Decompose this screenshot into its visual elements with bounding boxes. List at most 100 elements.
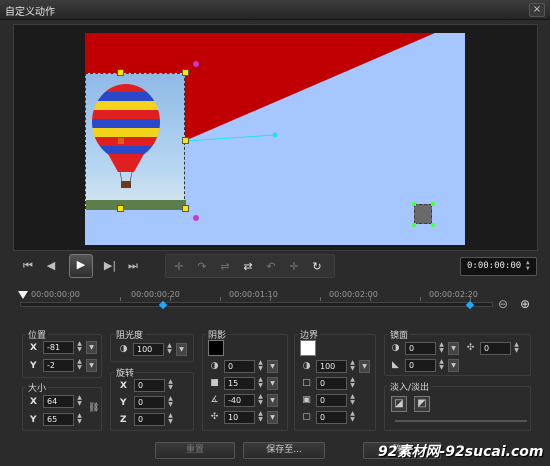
end-handle[interactable]	[412, 223, 416, 227]
rotation-y-label: Y	[120, 398, 127, 408]
undo-icon[interactable]: ↶	[260, 257, 282, 277]
zoom-out-icon[interactable]: ⊖	[498, 297, 508, 311]
position-y-dropdown[interactable]: ▼	[86, 359, 97, 372]
timecode-spinner[interactable]: ▲ ▼	[526, 260, 534, 273]
ruler-label: 00:00:00:20	[131, 290, 180, 299]
playhead[interactable]	[18, 291, 28, 299]
resize-handle[interactable]	[182, 137, 189, 144]
shadow-spinner-2[interactable]: ▲ ▼	[256, 377, 265, 390]
timeline-ruler[interactable]: 00:00:00:00 00:00:00:20 00:00:01:10 00:0…	[13, 285, 493, 315]
shadow-color-swatch[interactable]	[208, 340, 224, 356]
next-frame-button[interactable]: ▶|	[100, 256, 120, 276]
mirror-field-2[interactable]: 0	[480, 342, 511, 355]
rotation-x-spinner[interactable]: ▲ ▼	[166, 379, 175, 392]
swap-icon[interactable]: ⇌	[214, 257, 236, 277]
link-icon[interactable]: ⛓	[88, 403, 99, 414]
redo-icon[interactable]: ↷	[191, 257, 213, 277]
opacity-spinner[interactable]: ▲ ▼	[165, 343, 174, 356]
rotation-z-field[interactable]: 0	[134, 413, 165, 426]
shadow-opacity-icon: ◑	[210, 361, 219, 371]
shadow-field-3[interactable]: -40	[224, 394, 255, 407]
border-field-4[interactable]: 0	[316, 411, 347, 424]
shadow-field-4[interactable]: 10	[224, 411, 255, 424]
move-keyframe-icon[interactable]: ✛	[283, 257, 305, 277]
size-y-field[interactable]: 65	[43, 413, 74, 426]
shadow-field-2[interactable]: 15	[224, 377, 255, 390]
size-y-spinner[interactable]: ▲ ▼	[75, 413, 84, 426]
position-y-field[interactable]: -2	[43, 359, 74, 372]
add-keyframe-icon[interactable]: ✛	[168, 257, 190, 277]
shadow-dropdown-1[interactable]: ▼	[267, 360, 278, 373]
rotate-handle[interactable]	[193, 61, 199, 67]
resize-handle[interactable]	[182, 69, 189, 76]
resize-handle[interactable]	[117, 69, 124, 76]
opacity-field[interactable]: 100	[133, 343, 164, 356]
border-field-3[interactable]: 0	[316, 394, 347, 407]
close-button[interactable]: ×	[529, 3, 545, 17]
rotation-x-field[interactable]: 0	[134, 379, 165, 392]
border-color-swatch[interactable]	[300, 340, 316, 356]
shadow-field-1[interactable]: 0	[224, 360, 255, 373]
end-handle[interactable]	[412, 202, 416, 206]
position-x-spinner[interactable]: ▲ ▼	[75, 341, 84, 354]
rotation-y-field[interactable]: 0	[134, 396, 165, 409]
shadow-dropdown-3[interactable]: ▼	[267, 394, 278, 407]
border-dropdown-1[interactable]: ▼	[359, 360, 370, 373]
position-x-field[interactable]: -81	[43, 341, 74, 354]
opacity-dropdown[interactable]: ▼	[176, 343, 187, 356]
go-to-start-button[interactable]: ⏮	[18, 256, 38, 276]
end-position-box[interactable]	[414, 204, 432, 224]
timeline-track[interactable]	[20, 302, 493, 307]
mirror-spinner-1[interactable]: ▲ ▼	[437, 342, 446, 355]
border-field-2[interactable]: 0	[316, 377, 347, 390]
mirror-dropdown-3[interactable]: ▼	[448, 359, 459, 372]
shadow-blur-icon: ■	[210, 378, 219, 388]
resize-handle[interactable]	[182, 205, 189, 212]
play-button[interactable]: ▶	[69, 254, 93, 278]
reset-button[interactable]: 重置	[155, 442, 235, 459]
fade-in-icon[interactable]: ◪	[391, 396, 407, 412]
end-handle[interactable]	[431, 202, 435, 206]
keyframe-toolbar: ✛ ↷ ⇌ ⇄ ↶ ✛ ↻	[165, 254, 335, 278]
mirror-spinner-2[interactable]: ▲ ▼	[512, 342, 521, 355]
motion-path	[184, 134, 276, 142]
resize-handle[interactable]	[117, 205, 124, 212]
border-spinner-4[interactable]: ▲ ▼	[348, 411, 357, 424]
end-handle[interactable]	[431, 223, 435, 227]
size-x-spinner[interactable]: ▲ ▼	[75, 395, 84, 408]
fade-slider-track[interactable]	[395, 420, 527, 422]
size-x-field[interactable]: 64	[43, 395, 74, 408]
shadow-spinner-1[interactable]: ▲ ▼	[256, 360, 265, 373]
shadow-spinner-4[interactable]: ▲ ▼	[256, 411, 265, 424]
rotate-handle[interactable]	[193, 215, 199, 221]
fade-out-icon[interactable]: ◩	[414, 396, 430, 412]
go-to-end-button[interactable]: ⏭	[123, 256, 143, 276]
shadow-dropdown-4[interactable]: ▼	[267, 411, 278, 424]
motion-path-end	[272, 132, 278, 138]
save-as-button[interactable]: 保存至...	[243, 442, 325, 459]
shadow-dropdown-2[interactable]: ▼	[267, 377, 278, 390]
timecode-display[interactable]: 0:00:00:00 ▲ ▼	[460, 257, 537, 276]
border-spinner-1[interactable]: ▲ ▼	[348, 360, 357, 373]
mirror-field-3[interactable]: 0	[405, 359, 436, 372]
rotation-z-spinner[interactable]: ▲ ▼	[166, 413, 175, 426]
balloon-image[interactable]	[85, 73, 186, 210]
center-handle[interactable]	[118, 138, 124, 144]
mirror-fade-icon: ◣	[392, 360, 399, 370]
mirror-spinner-3[interactable]: ▲ ▼	[437, 359, 446, 372]
mirror-field-1[interactable]: 0	[405, 342, 436, 355]
mirror-title: 镜面	[388, 328, 411, 341]
border-field-1[interactable]: 100	[316, 360, 347, 373]
mirror-dropdown-1[interactable]: ▼	[448, 342, 459, 355]
shadow-spinner-3[interactable]: ▲ ▼	[256, 394, 265, 407]
zoom-in-icon[interactable]: ⊕	[520, 297, 530, 311]
border-spinner-2[interactable]: ▲ ▼	[348, 377, 357, 390]
position-x-dropdown[interactable]: ▼	[86, 341, 97, 354]
border-spinner-3[interactable]: ▲ ▼	[348, 394, 357, 407]
position-y-spinner[interactable]: ▲ ▼	[75, 359, 84, 372]
rotation-y-spinner[interactable]: ▲ ▼	[166, 396, 175, 409]
reverse-icon[interactable]: ⇄	[237, 257, 259, 277]
previous-frame-button[interactable]: ◀	[41, 256, 61, 276]
preview-canvas[interactable]	[85, 33, 465, 245]
rotate-keyframe-icon[interactable]: ↻	[306, 257, 328, 277]
